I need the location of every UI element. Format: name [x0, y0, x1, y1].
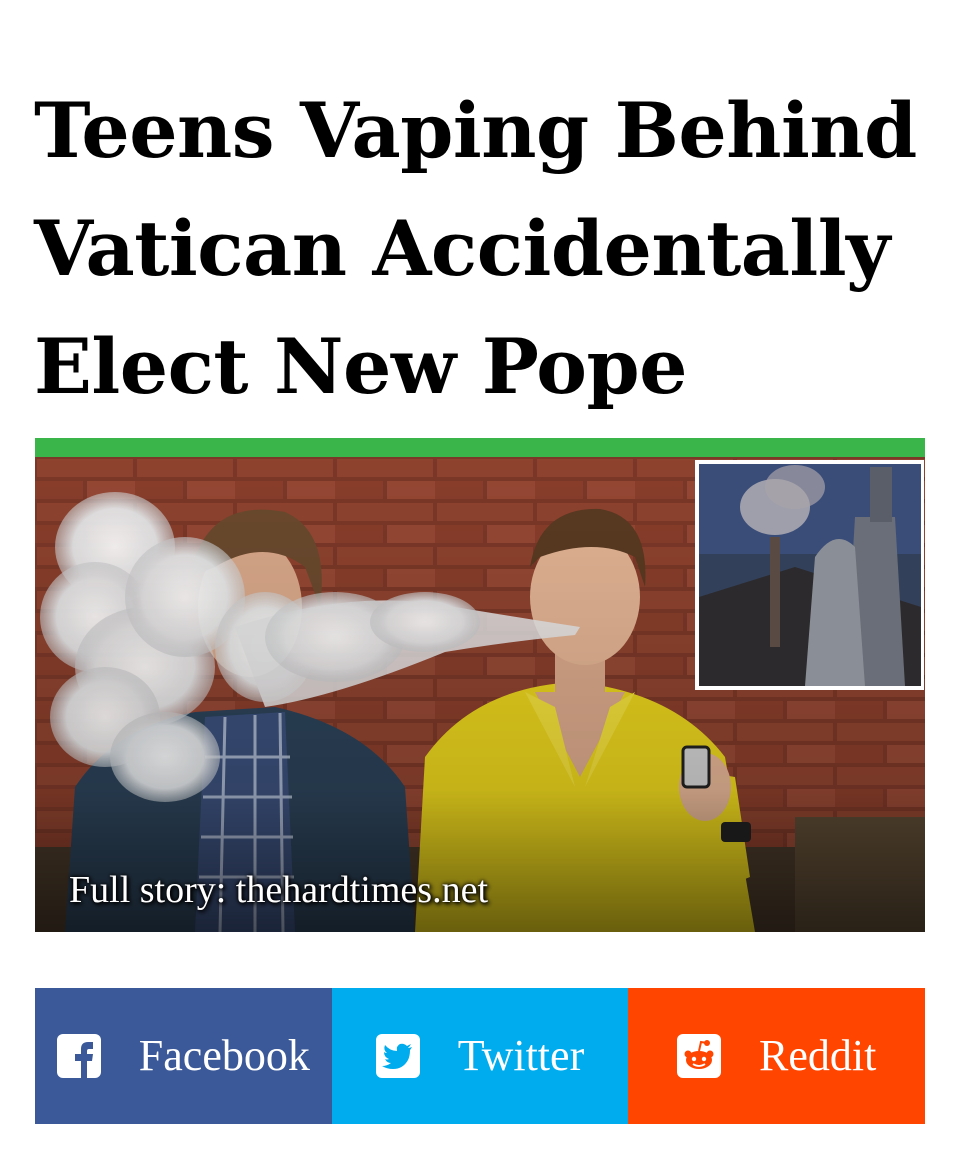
accent-bar: [35, 438, 925, 457]
reddit-share-button[interactable]: Reddit: [628, 988, 926, 1124]
image-caption: Full story: thehardtimes.net: [69, 869, 489, 911]
twitter-share-label: Twitter: [457, 1031, 585, 1080]
inset-photo: [695, 460, 924, 690]
reddit-share-label: Reddit: [759, 1031, 877, 1080]
twitter-share-button[interactable]: Twitter: [331, 988, 629, 1124]
facebook-icon: [56, 1034, 101, 1078]
facebook-share-button[interactable]: Facebook: [35, 988, 332, 1124]
twitter-icon: [375, 1034, 420, 1078]
hero-illustration: [35, 457, 925, 932]
article-image[interactable]: Full story: thehardtimes.net: [35, 457, 925, 932]
article-headline: Teens Vaping Behind Vatican Accidentally…: [34, 86, 917, 411]
share-bar: Facebook Twitter Reddit: [35, 988, 926, 1124]
reddit-icon: [677, 1034, 722, 1078]
facebook-share-label: Facebook: [138, 1031, 310, 1080]
